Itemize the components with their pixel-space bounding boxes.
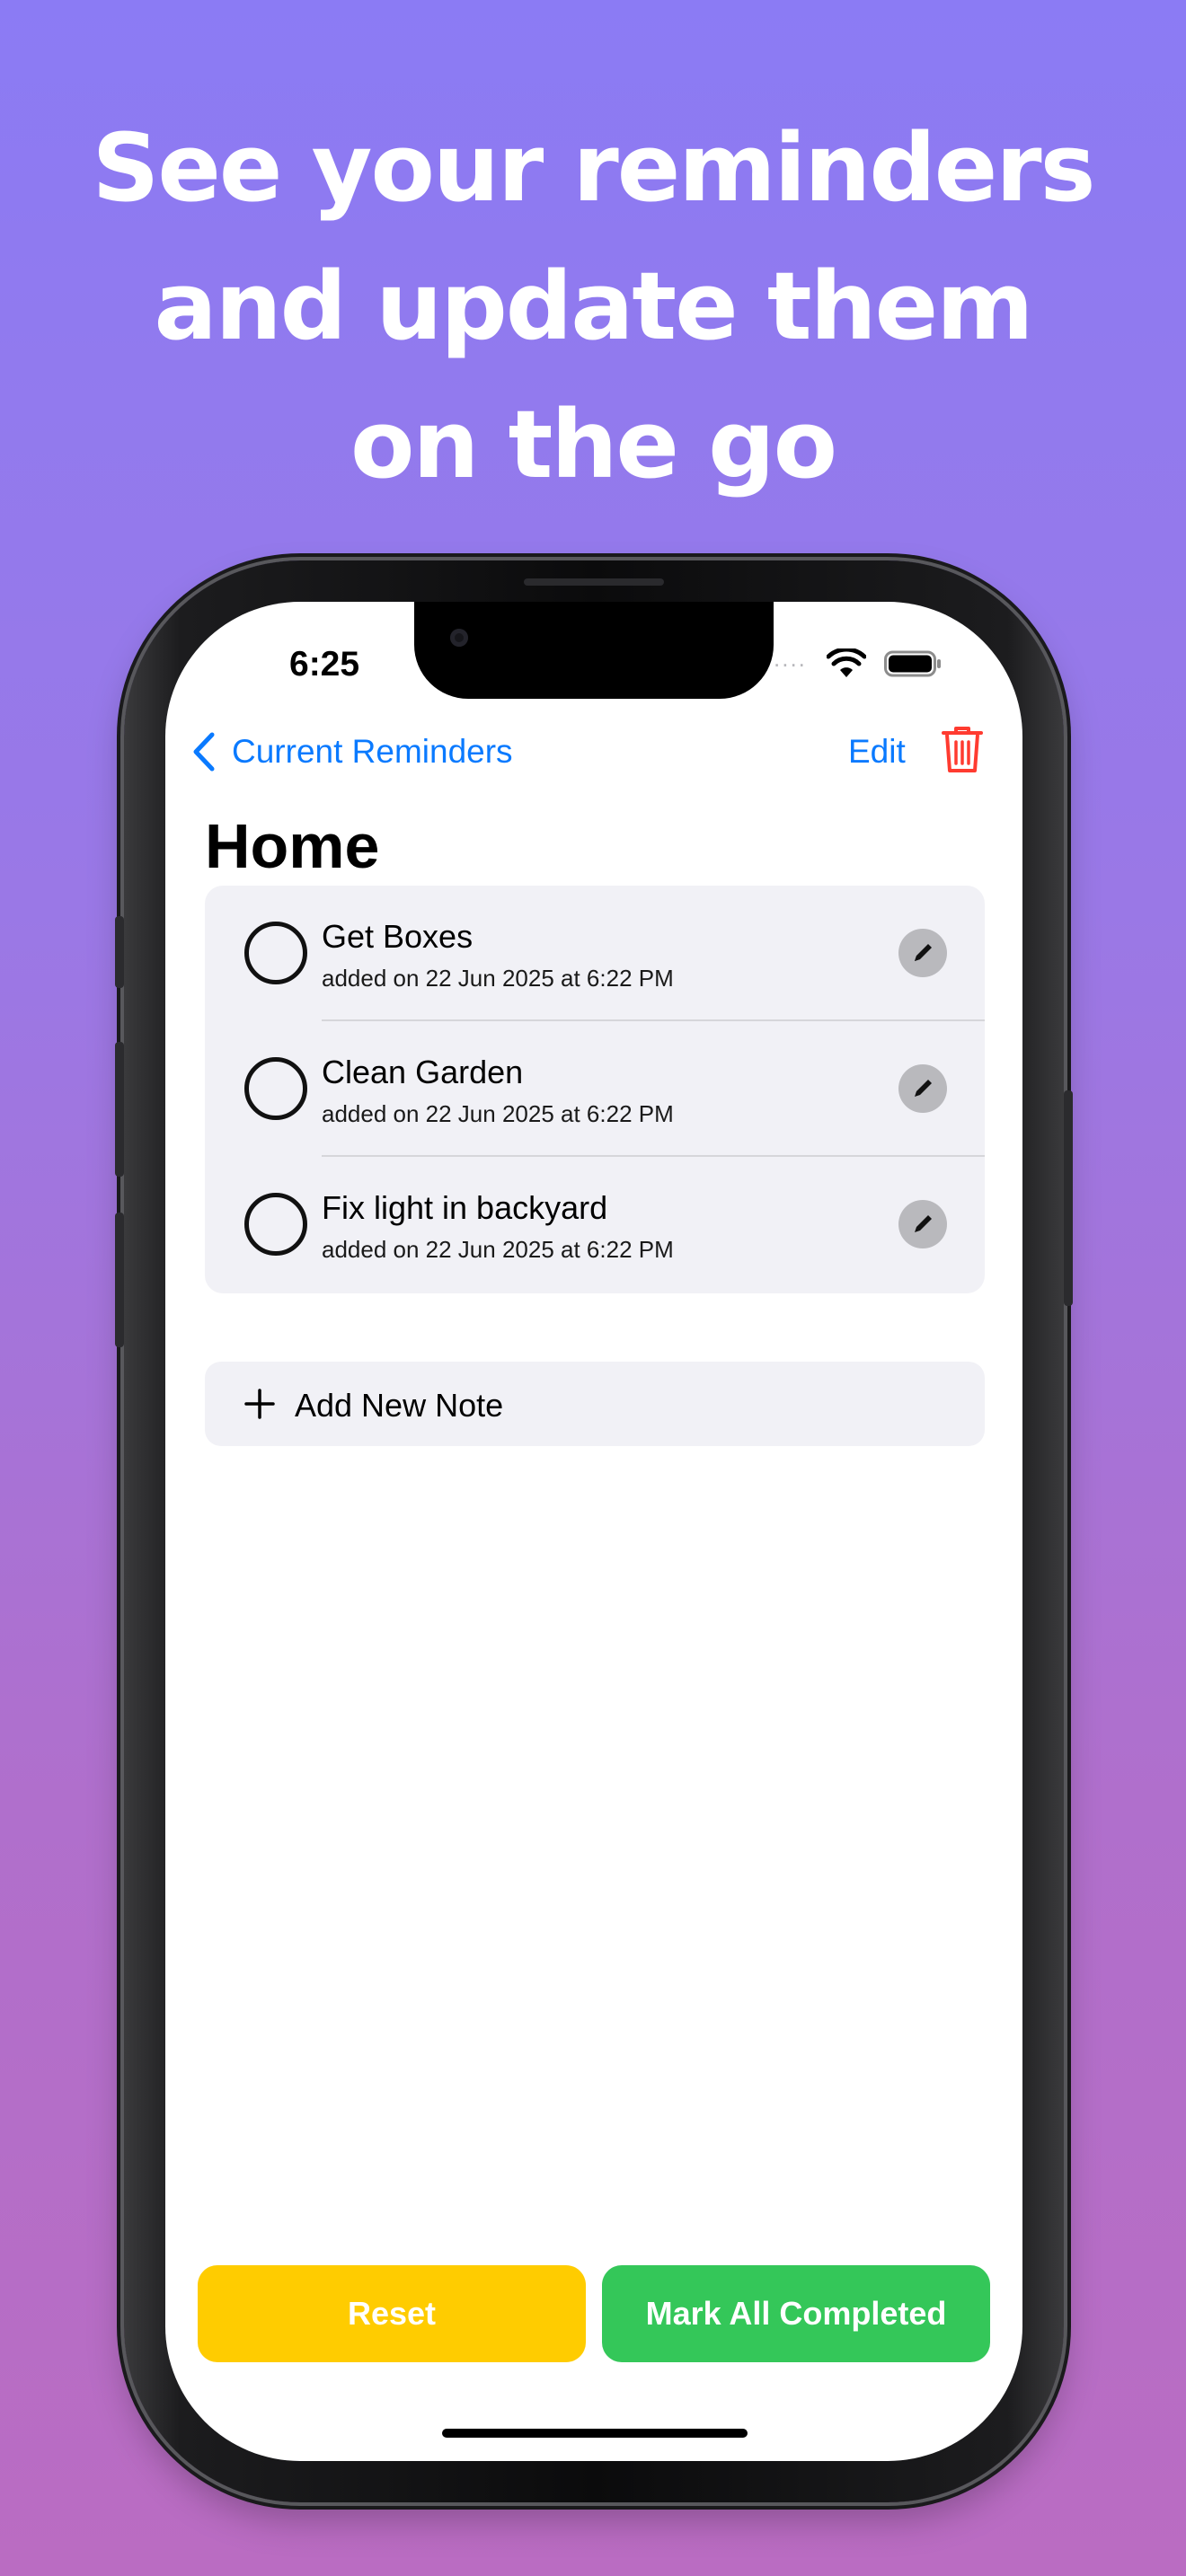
phone-screen: 6:25 .... Current Reminders Edit Home Ge… [165,602,1022,2461]
add-new-note-label: Add New Note [295,1387,504,1424]
notch [414,602,774,699]
status-time: 6:25 [289,645,360,684]
battery-icon [884,650,941,677]
silent-switch [115,916,124,988]
headline-line-3: on the go [350,390,837,499]
volume-down-button [115,1213,124,1347]
add-new-note-button[interactable]: Add New Note [205,1362,985,1446]
pencil-icon [915,944,932,961]
marketing-headline: See your reminders and update them on th… [0,99,1186,514]
headline-line-1: See your reminders [92,113,1095,223]
reminder-title: Clean Garden [322,1054,524,1090]
phone-frame: 6:25 .... Current Reminders Edit Home Ge… [115,560,1073,2502]
back-button-label: Current Reminders [232,733,513,770]
chevron-left-icon [193,732,215,772]
complete-toggle[interactable] [244,922,307,984]
front-camera [450,629,468,647]
home-indicator [442,2429,748,2438]
reminder-row[interactable]: Clean Garden added on 22 Jun 2025 at 6:2… [205,1021,985,1157]
reset-button[interactable]: Reset [198,2265,586,2362]
wifi-icon [827,648,866,677]
edit-reminder-button[interactable] [898,1200,947,1248]
reminder-row[interactable]: Get Boxes added on 22 Jun 2025 at 6:22 P… [205,886,985,1021]
back-button[interactable]: Current Reminders [190,731,513,772]
pencil-icon [915,1080,932,1097]
reminder-list: Get Boxes added on 22 Jun 2025 at 6:22 P… [205,886,985,1293]
reminder-date: added on 22 Jun 2025 at 6:22 PM [322,1100,674,1127]
volume-up-button [115,1042,124,1177]
signal-icon: .... [774,645,807,672]
headline-line-2: and update them [154,251,1033,361]
trash-icon[interactable] [940,724,985,774]
edit-reminder-button[interactable] [898,929,947,977]
page-title: Home [205,811,380,881]
reminder-row[interactable]: Fix light in backyard added on 22 Jun 20… [205,1157,985,1292]
mark-all-completed-button[interactable]: Mark All Completed [602,2265,990,2362]
reminder-title: Fix light in backyard [322,1189,608,1226]
complete-toggle[interactable] [244,1193,307,1256]
edit-button[interactable]: Edit [848,733,906,771]
plus-icon [244,1389,275,1419]
reminder-date: added on 22 Jun 2025 at 6:22 PM [322,1236,674,1263]
edit-reminder-button[interactable] [898,1064,947,1113]
power-button [1064,1090,1073,1306]
pencil-icon [915,1215,932,1232]
reminder-title: Get Boxes [322,918,474,955]
earpiece-speaker [524,578,664,586]
reminder-date: added on 22 Jun 2025 at 6:22 PM [322,965,674,992]
complete-toggle[interactable] [244,1057,307,1120]
